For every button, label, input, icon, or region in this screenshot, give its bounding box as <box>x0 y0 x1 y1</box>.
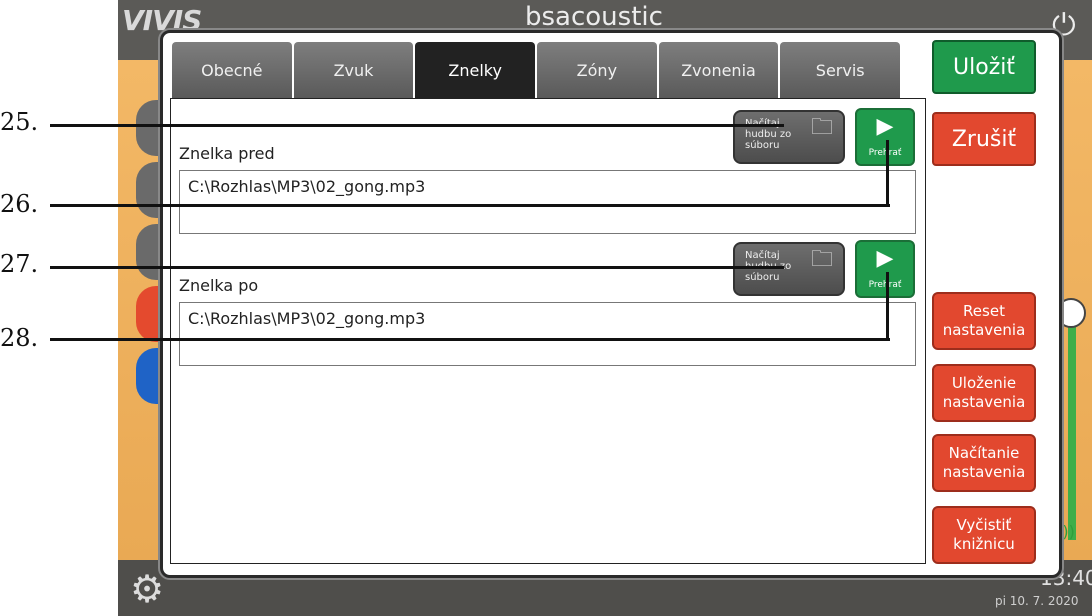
callout-line <box>886 272 889 341</box>
callout-line <box>50 338 890 341</box>
save-settings-button[interactable]: Uloženie nastavenia <box>932 364 1036 422</box>
tab-chimes[interactable]: Znelky <box>415 42 536 98</box>
play-chime-before-button[interactable]: ▶ Prehrať <box>855 108 915 166</box>
chime-before-path-field[interactable]: C:\Rozhlas\MP3\02_gong.mp3 <box>179 170 916 234</box>
callout-line <box>50 204 890 207</box>
date: pi 10. 7. 2020 <box>995 594 1079 608</box>
cancel-button[interactable]: Zrušiť <box>932 112 1036 166</box>
play-chime-after-button[interactable]: ▶ Prehrať <box>855 240 915 298</box>
tab-zones[interactable]: Zóny <box>537 42 657 98</box>
callout-line <box>50 266 784 269</box>
load-button-label: Načítaj hudbu zo súboru <box>745 118 792 151</box>
play-button-label: Prehrať <box>868 148 902 158</box>
callout-line <box>50 124 784 127</box>
callout-line <box>886 140 889 207</box>
callout-number: 25. <box>0 108 39 136</box>
gear-icon[interactable]: ⚙ <box>130 570 164 608</box>
tab-sound[interactable]: Zvuk <box>293 42 414 98</box>
tab-bells[interactable]: Zvonenia <box>658 42 779 98</box>
tab-general[interactable]: Obecné <box>172 42 292 98</box>
tab-bar: Obecné Zvuk Znelky Zóny Zvonenia Servis <box>172 42 902 98</box>
load-chime-after-button[interactable]: Načítaj hudbu zo súboru 🗀 <box>733 242 845 296</box>
chime-after-path-field[interactable]: C:\Rozhlas\MP3\02_gong.mp3 <box>179 302 916 366</box>
reset-settings-button[interactable]: Reset nastavenia <box>932 292 1036 350</box>
callout-number: 28. <box>0 324 39 352</box>
callout-number: 26. <box>0 190 39 218</box>
play-icon: ▶ <box>876 246 894 271</box>
chime-after-label: Znelka po <box>179 276 259 295</box>
folder-music-icon: 🗀 <box>810 247 833 272</box>
folder-music-icon: 🗀 <box>810 115 833 140</box>
volume-slider-track[interactable] <box>1068 320 1076 540</box>
load-settings-button[interactable]: Načítanie nastavenia <box>932 434 1036 492</box>
clear-library-button[interactable]: Vyčistiť knižnicu <box>932 506 1036 564</box>
chime-before-label: Znelka pred <box>179 144 275 163</box>
brand-logo: bsacoustic <box>525 2 663 32</box>
play-button-label: Prehrať <box>868 280 902 290</box>
save-button[interactable]: Uložiť <box>932 40 1036 94</box>
callout-number: 27. <box>0 250 39 278</box>
play-icon: ▶ <box>876 114 894 139</box>
load-chime-before-button[interactable]: Načítaj hudbu zo súboru 🗀 <box>733 110 845 164</box>
tab-service[interactable]: Servis <box>780 42 901 98</box>
